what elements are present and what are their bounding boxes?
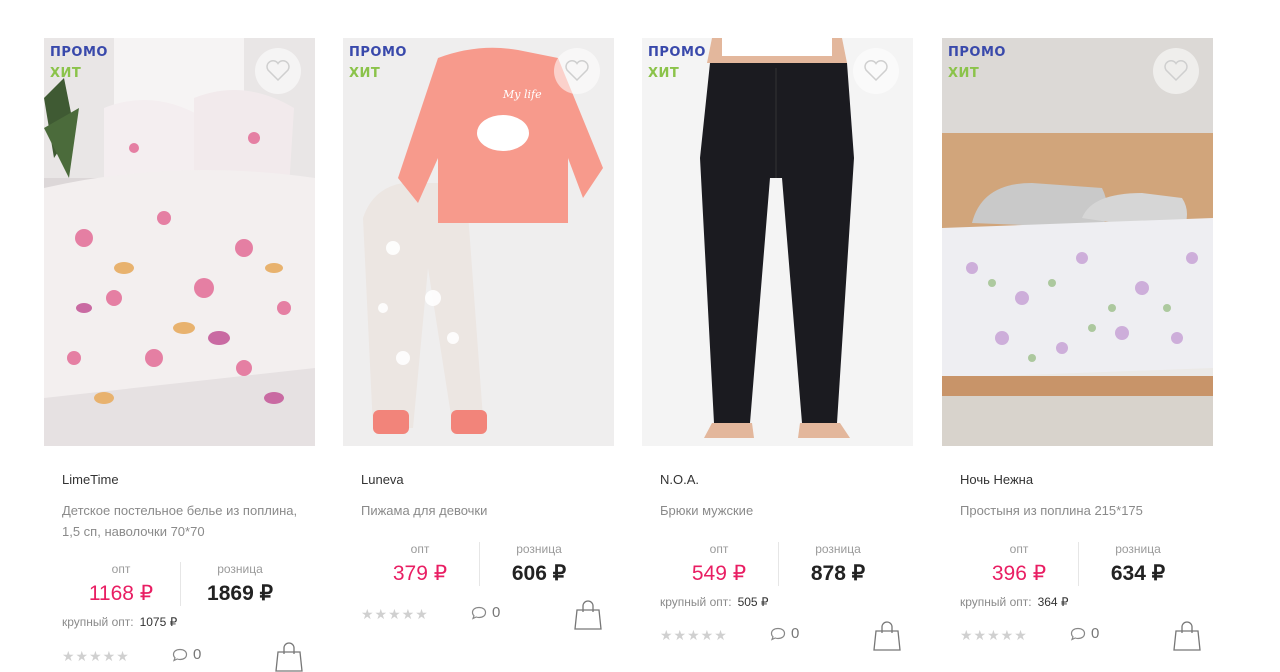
rating-stars[interactable]: ★★★★★ <box>960 627 1028 644</box>
hit-badge: ХИТ <box>50 66 82 81</box>
price-block: опт 396 ₽ розница 634 ₽ <box>960 542 1213 592</box>
favorite-button[interactable] <box>853 48 899 94</box>
shopping-bag-icon[interactable] <box>873 621 901 651</box>
hit-badge: ХИТ <box>349 66 381 81</box>
rating-stars[interactable]: ★★★★★ <box>660 627 728 644</box>
opt-price-column: опт 549 ₽ <box>660 542 778 586</box>
promo-badge: ПРОМО <box>349 45 407 60</box>
bulk-label: крупный опт: <box>960 595 1032 609</box>
opt-price: 379 ₽ <box>392 562 448 585</box>
opt-price-column: опт 1168 ₽ <box>62 562 180 606</box>
comments-count: 0 <box>193 646 202 663</box>
retail-price-column: розница 1869 ₽ <box>180 562 299 606</box>
bulk-price-row: крупный опт: 1075 ₽ <box>62 615 177 629</box>
retail-label: розница <box>217 562 263 576</box>
rating-stars[interactable]: ★★★★★ <box>62 648 130 665</box>
product-brand[interactable]: Ночь Нежна <box>960 472 1033 487</box>
product-description[interactable]: Простыня из поплина 215*175 <box>960 500 1200 521</box>
opt-price-column: опт 396 ₽ <box>960 542 1078 586</box>
favorite-button[interactable] <box>1153 48 1199 94</box>
product-brand[interactable]: Luneva <box>361 472 404 487</box>
opt-label: опт <box>709 542 729 556</box>
retail-label: розница <box>516 542 562 556</box>
product-card[interactable]: ПРОМО ХИТ LimeTime Детское постельное бе… <box>44 38 315 672</box>
retail-label: розница <box>1115 542 1161 556</box>
heart-icon <box>1164 60 1188 82</box>
price-block: опт 549 ₽ розница 878 ₽ <box>660 542 913 592</box>
hit-badge: ХИТ <box>948 66 980 81</box>
comments-count: 0 <box>1091 625 1100 642</box>
favorite-button[interactable] <box>255 48 301 94</box>
comment-icon <box>471 606 487 620</box>
heart-icon <box>266 60 290 82</box>
retail-price: 1869 ₽ <box>207 582 273 605</box>
promo-badge: ПРОМО <box>648 45 706 60</box>
opt-price: 1168 ₽ <box>88 582 154 605</box>
heart-icon <box>864 60 888 82</box>
retail-price: 606 ₽ <box>511 562 567 585</box>
comment-icon <box>172 648 188 662</box>
card-footer: ★★★★★ 0 <box>62 642 315 672</box>
product-brand[interactable]: LimeTime <box>62 472 119 487</box>
heart-icon <box>565 60 589 82</box>
product-image[interactable]: ПРОМО ХИТ <box>44 38 315 446</box>
card-footer: ★★★★★ 0 <box>361 600 614 630</box>
bedding-photo <box>44 38 315 446</box>
opt-price: 549 ₽ <box>691 562 747 585</box>
bed-sheet-photo <box>942 38 1213 446</box>
rating-stars[interactable]: ★★★★★ <box>361 606 429 623</box>
opt-label: опт <box>111 562 131 576</box>
comments-count: 0 <box>492 604 501 621</box>
product-image[interactable]: My life ПРОМО ХИТ <box>343 38 614 446</box>
comments-count: 0 <box>791 625 800 642</box>
retail-label: розница <box>815 542 861 556</box>
trousers-photo <box>642 38 913 446</box>
card-footer: ★★★★★ 0 <box>960 621 1213 651</box>
bulk-price-row: крупный опт: 505 ₽ <box>660 595 769 609</box>
favorite-button[interactable] <box>554 48 600 94</box>
shirt-print-text: My life <box>502 88 542 101</box>
promo-badge: ПРОМО <box>948 45 1006 60</box>
pajamas-photo: My life <box>343 38 614 446</box>
product-card[interactable]: ПРОМО ХИТ N.O.A. Брюки мужские опт 549 ₽… <box>642 38 913 651</box>
promo-badge: ПРОМО <box>50 45 108 60</box>
retail-price: 634 ₽ <box>1110 562 1166 585</box>
comments-link[interactable]: 0 <box>770 625 799 642</box>
product-brand[interactable]: N.O.A. <box>660 472 699 487</box>
product-image[interactable]: ПРОМО ХИТ <box>942 38 1213 446</box>
product-card[interactable]: My life ПРОМО ХИТ Luneva Пижама для дево… <box>343 38 614 630</box>
retail-price-column: розница 634 ₽ <box>1078 542 1197 586</box>
comments-link[interactable]: 0 <box>1070 625 1099 642</box>
shopping-bag-icon[interactable] <box>574 600 602 630</box>
bulk-price: 1075 ₽ <box>139 615 178 629</box>
opt-price: 396 ₽ <box>991 562 1047 585</box>
price-block: опт 379 ₽ розница 606 ₽ <box>361 542 614 592</box>
opt-price-column: опт 379 ₽ <box>361 542 479 586</box>
retail-price: 878 ₽ <box>810 562 866 585</box>
comment-icon <box>770 627 786 641</box>
bulk-price-row: крупный опт: 364 ₽ <box>960 595 1069 609</box>
product-card[interactable]: ПРОМО ХИТ Ночь Нежна Простыня из поплина… <box>942 38 1213 651</box>
product-image[interactable]: ПРОМО ХИТ <box>642 38 913 446</box>
hit-badge: ХИТ <box>648 66 680 81</box>
bulk-price: 505 ₽ <box>737 595 769 609</box>
retail-price-column: розница 606 ₽ <box>479 542 598 586</box>
product-description[interactable]: Брюки мужские <box>660 500 900 521</box>
product-description[interactable]: Пижама для девочки <box>361 500 601 521</box>
shopping-bag-icon[interactable] <box>275 642 303 672</box>
product-description[interactable]: Детское постельное белье из поплина, 1,5… <box>62 500 302 542</box>
comment-icon <box>1070 627 1086 641</box>
retail-price-column: розница 878 ₽ <box>778 542 897 586</box>
comments-link[interactable]: 0 <box>172 646 201 663</box>
shopping-bag-icon[interactable] <box>1173 621 1201 651</box>
bulk-price: 364 ₽ <box>1037 595 1069 609</box>
opt-label: опт <box>1009 542 1029 556</box>
opt-label: опт <box>410 542 430 556</box>
comments-link[interactable]: 0 <box>471 604 500 621</box>
bulk-label: крупный опт: <box>62 615 134 629</box>
bulk-label: крупный опт: <box>660 595 732 609</box>
card-footer: ★★★★★ 0 <box>660 621 913 651</box>
price-block: опт 1168 ₽ розница 1869 ₽ <box>62 562 315 612</box>
